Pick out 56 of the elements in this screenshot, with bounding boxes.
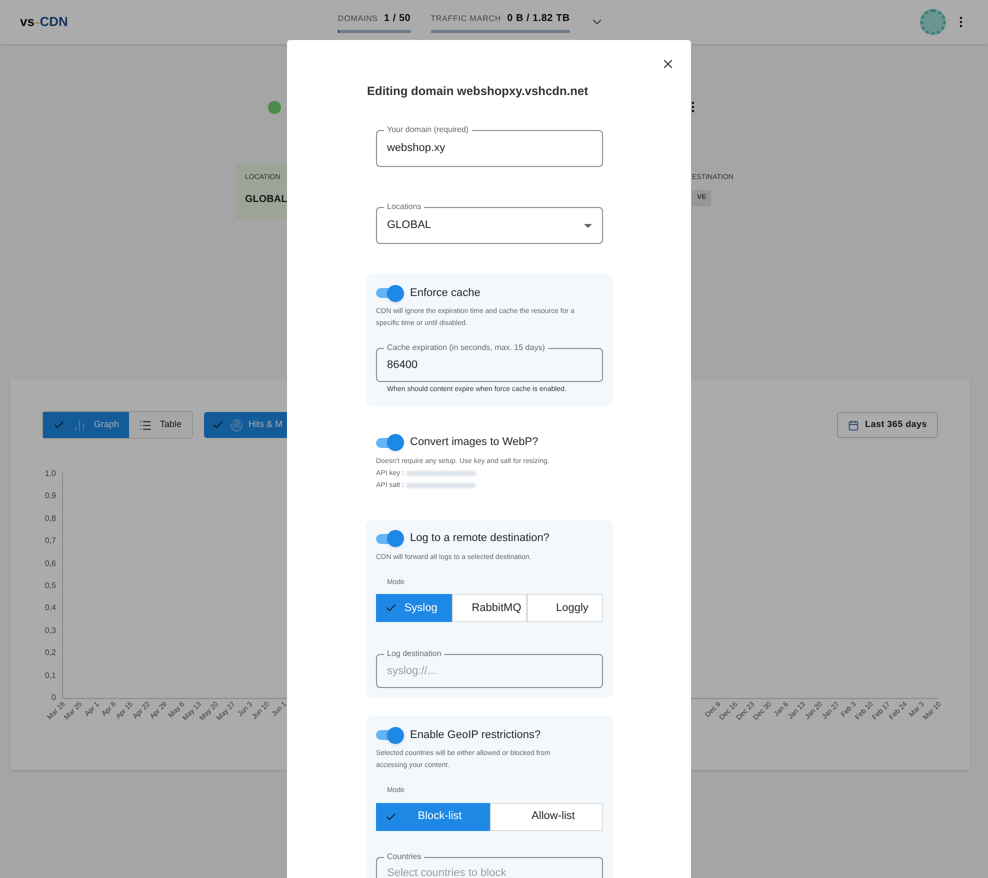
y-axis-label: 0 (52, 692, 56, 703)
blurred-secret (406, 483, 476, 488)
toggle-switch[interactable] (376, 284, 402, 302)
toggle-switch[interactable] (376, 434, 402, 452)
close-icon[interactable] (661, 57, 675, 71)
list-icon (139, 418, 152, 432)
section-title: Convert images to WebP? (410, 435, 538, 450)
field-placeholder: syslog://... (387, 664, 437, 679)
calendar-icon (848, 420, 860, 430)
field-value: 86400 (387, 358, 418, 373)
logo[interactable]: vs~CDN (20, 12, 68, 32)
y-axis-label: 0,8 (44, 514, 56, 524)
toggle-switch[interactable] (376, 530, 402, 548)
field-label: Cache expiration (in seconds, max. 15 days) (384, 343, 548, 353)
y-axis-label: 0,7 (44, 536, 56, 546)
mode-option[interactable]: Allow-list (490, 802, 603, 830)
field-label: Locations (384, 202, 424, 212)
view-toggle[interactable]: Table (129, 412, 192, 438)
blurred-secret (406, 471, 476, 476)
y-axis-label: 0,1 (44, 670, 56, 681)
y-axis-label: 0,4 (44, 603, 56, 614)
field-value: GLOBAL (387, 218, 432, 234)
dropdown-caret-icon (584, 224, 592, 228)
stat-value: 0 B / 1.82 TB (507, 12, 570, 26)
mode-option[interactable]: RabbitMQ (452, 594, 528, 622)
section-title: Enforce cache (410, 286, 480, 301)
bar-chart-icon (73, 418, 86, 432)
stat-label: DOMAINS (338, 13, 378, 25)
stat-value: 1 / 50 (384, 12, 411, 26)
info-value: GLOBAL (245, 192, 287, 206)
section-title: Enable GeoIP restrictions? (410, 728, 541, 743)
stat-label: TRAFFIC MARCH (430, 13, 502, 25)
mode-option[interactable]: Syslog (376, 594, 452, 622)
field-placeholder: Select countries to block (387, 866, 506, 878)
avatar-icon[interactable] (920, 9, 946, 35)
y-axis-label: 0,2 (44, 648, 56, 658)
field-value: webshop.xy (387, 141, 446, 156)
mode-option[interactable]: Block-list (376, 802, 490, 830)
check-icon (53, 419, 65, 431)
y-axis-label: 1,0 (44, 469, 56, 479)
y-axis-label: 0,9 (44, 491, 56, 502)
date-range-button[interactable]: Last 365 days (837, 412, 938, 438)
mode-option[interactable]: Loggly (527, 594, 604, 622)
check-icon (212, 419, 224, 431)
dialog-title: Editing domain webshopxy.vshcdn.net (367, 83, 588, 100)
y-axis-label: 0,6 (44, 558, 56, 569)
y-axis-label: 0,3 (44, 626, 56, 636)
radar-icon (230, 418, 243, 432)
section-title: Log to a remote destination? (410, 531, 550, 546)
y-axis-label: 0,5 (44, 580, 56, 591)
check-icon (385, 810, 397, 822)
field-label: Your domain (required) (384, 125, 472, 135)
field-label: Countries (384, 852, 424, 862)
check-icon (385, 602, 397, 614)
toggle-switch[interactable] (376, 726, 402, 744)
field-label: Log destination (384, 649, 444, 659)
